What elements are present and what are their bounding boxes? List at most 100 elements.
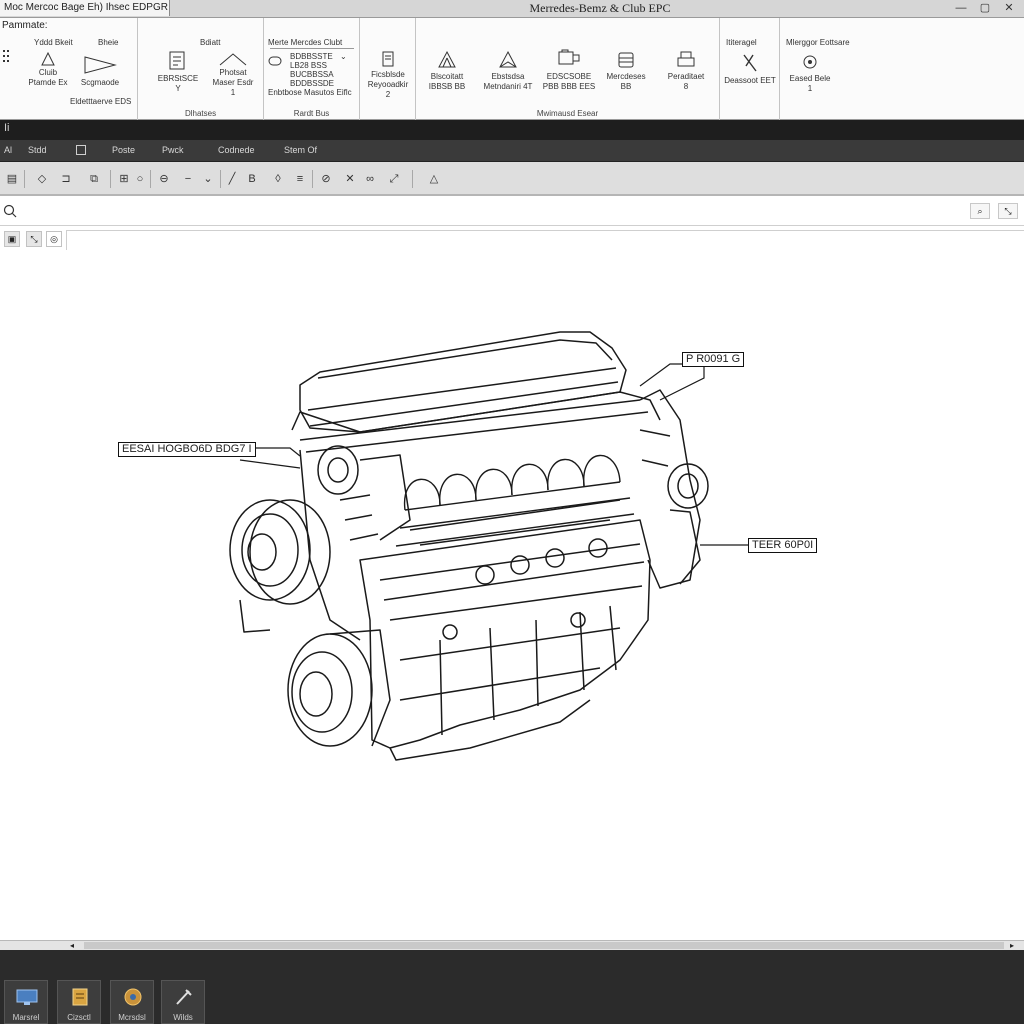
ribbon-button-eased[interactable]: Eased Bele 1 — [782, 52, 838, 94]
ribbon-group-dlhatses: Bdiatt EBRStSCE Y Photsat Maser Esdr 1 D… — [138, 18, 264, 120]
scroll-right-icon[interactable]: ▸ — [1010, 941, 1014, 950]
zoom-box-icon[interactable]: ⊞ — [116, 171, 132, 187]
menu-item[interactable]: Stem Of — [284, 145, 317, 155]
ribbon-button-peraditaet[interactable]: Peraditaet 8 — [660, 50, 712, 92]
ribbon-button-label: Yddd Bkeit — [34, 38, 73, 47]
chevron-down-icon[interactable]: ⌄ — [340, 52, 347, 61]
list-item[interactable]: BUCBBSSA — [290, 70, 334, 79]
taskbar-app-button[interactable]: Cizsctl — [57, 980, 101, 1024]
ribbon-button-edscsobe[interactable]: EDSCSOBE PBB BBB EES — [538, 48, 600, 92]
drawing-canvas[interactable]: ▣ ⤡ ◎ P R0091 G EESAI HOGBO6D BDG7 I TEE… — [0, 228, 1024, 940]
part-callout[interactable]: P R0091 G — [682, 352, 745, 367]
ribbon-button-bdiatt[interactable]: Bdiatt — [200, 38, 220, 48]
triangle-icon — [438, 50, 456, 68]
search-input[interactable] — [22, 202, 952, 222]
taskbar-app-button[interactable]: Mcrsdsl — [110, 980, 154, 1024]
align-icon[interactable]: ≡ — [292, 171, 308, 187]
diamond-icon[interactable]: ◇ — [34, 171, 50, 187]
engine-diagram[interactable] — [0, 228, 1024, 940]
ribbon-group-label: Rardt Bus — [293, 109, 330, 118]
frame-icon[interactable]: ▤ — [4, 171, 20, 187]
minus-icon[interactable]: − — [180, 171, 196, 187]
scrollbar-thumb[interactable] — [84, 942, 1004, 949]
title-bar: Moc Mercoc Bage Eh) Ihsec EDPGR Merredes… — [0, 0, 1024, 18]
horizontal-scrollbar[interactable]: ◂ ▸ — [0, 940, 1024, 950]
menu-item[interactable]: Codnede — [218, 145, 255, 155]
list-item[interactable]: BDBBSSTE — [290, 52, 333, 61]
taskbar-app-button[interactable]: Marsrel — [4, 980, 48, 1024]
document-tab[interactable]: Moc Mercoc Bage Eh) Ihsec EDPGR — [0, 0, 170, 16]
scroll-left-icon[interactable]: ◂ — [70, 941, 74, 950]
ribbon-button-blscoitatt[interactable]: Blscoitatt IBBSB BB — [420, 50, 474, 92]
ribbon-button-scgmaode[interactable]: Scgmaode — [78, 54, 122, 88]
menu-item[interactable]: Pwck — [162, 145, 184, 155]
capsule-icon[interactable] — [268, 56, 282, 68]
ribbon-button-label: Bheie — [98, 38, 119, 47]
close-button[interactable]: ✕ — [996, 1, 1022, 16]
part-callout[interactable]: TEER 60P0I — [748, 538, 818, 553]
gear-icon — [803, 55, 817, 69]
ribbon-button-yddd[interactable]: Yddd Bkeit — [34, 38, 73, 48]
roof-icon — [219, 53, 247, 66]
strip-marker: Ii — [4, 122, 10, 134]
globe-icon — [124, 988, 142, 1006]
compass-icon[interactable]: ⊘ — [318, 171, 334, 187]
ribbon-button-ebstsdsa[interactable]: Ebstsdsa Metndaniri 4T — [478, 50, 538, 92]
ribbon-button-ebrst[interactable]: EBRStSCE Y — [156, 50, 200, 94]
part-callout[interactable]: EESAI HOGBO6D BDG7 I — [118, 442, 256, 457]
menu-item[interactable]: Stdd — [28, 145, 47, 155]
menu-item[interactable]: Poste — [112, 145, 135, 155]
layers-icon[interactable]: ⧉ — [86, 171, 102, 187]
bracket-icon[interactable]: ⊐ — [58, 171, 74, 187]
menu-item[interactable]: Al — [4, 145, 12, 155]
ribbon-button-photsat[interactable]: Photsat Maser Esdr 1 — [208, 52, 258, 98]
pen-icon[interactable]: ╱ — [224, 171, 240, 187]
engine-block-icon — [558, 49, 580, 65]
ribbon-group-ficsblsde: Ficsblsde Reyooadkir 2 — [360, 18, 416, 120]
ribbon-button-bheie[interactable]: Bheie — [98, 38, 118, 48]
fit-view-icon[interactable]: ⤡ — [998, 203, 1018, 219]
shape-icon — [84, 56, 117, 74]
list-item[interactable]: LB28 BSS — [290, 61, 327, 70]
ribbon-button-deassoot[interactable]: Deassoot EET — [722, 52, 778, 86]
ribbon-button-label: Photsat Maser Esdr 1 — [212, 68, 254, 97]
maximize-button[interactable]: ▢ — [972, 1, 998, 16]
bold-icon[interactable]: B — [244, 171, 260, 187]
epc-app-window: Moc Mercoc Bage Eh) Ihsec EDPGR Merredes… — [0, 0, 1024, 1024]
ribbon-button-label: Eased Bele 1 — [789, 74, 831, 93]
ribbon-group-rardt: Merte Mercdes Clubt BDBBSSTE LB28 BSS BU… — [264, 18, 360, 120]
ribbon-group-title: Mlerggor Eottsare — [786, 38, 850, 47]
ribbon-button-mercdeses[interactable]: Mercdeses BB — [602, 50, 650, 92]
ribbon-group-label: Dlhatses — [184, 109, 217, 118]
tools-icon[interactable]: ✕ — [342, 171, 358, 187]
ribbon-button-cluib[interactable]: Cluib Ptamde Ex — [28, 52, 68, 88]
grid-icon[interactable] — [2, 48, 16, 72]
ribbon-group-title: Merte Mercdes Clubt — [268, 38, 343, 47]
warning-icon[interactable]: △ — [426, 171, 442, 187]
square-icon[interactable] — [76, 145, 86, 155]
document-strip: Ii — [0, 120, 1024, 140]
taskbar-label: Cizsctl — [67, 1013, 91, 1022]
ribbon-button-ficsblsde[interactable]: Ficsblsde Reyooadkir 2 — [366, 50, 410, 100]
expand-icon[interactable]: ⤢ — [386, 171, 402, 187]
ribbon-button-label: Peraditaet 8 — [667, 72, 705, 91]
ribbon-group-mwimausd: Blscoitatt IBBSB BB Ebstsdsa Metndaniri … — [416, 18, 720, 120]
ribbon-button-eldett[interactable]: Eldetttaerve EDS — [70, 97, 131, 106]
list-item[interactable]: BDDBSSDE — [290, 79, 334, 88]
circle-icon[interactable]: ○ — [132, 171, 148, 187]
link-icon[interactable]: ∞ — [362, 171, 378, 187]
taskbar-app-button[interactable]: Wilds — [161, 980, 205, 1024]
minimize-button[interactable]: — — [948, 1, 974, 16]
ribbon-button-label: Bdiatt — [200, 38, 221, 47]
ribbon-group-mlerggor: Mlerggor Eottsare Eased Bele 1 — [780, 18, 1024, 120]
ribbon-button-label: Ficsblsde Reyooadkir 2 — [367, 70, 409, 99]
chevron-down-icon[interactable]: ⌄ — [200, 171, 216, 187]
tag-icon[interactable]: ◊ — [270, 171, 286, 187]
ribbon-group-ititeragel: Ititeragel Deassoot EET — [720, 18, 780, 120]
page-icon — [382, 51, 394, 67]
search-icon — [3, 204, 17, 218]
ellipse-icon[interactable]: ⊖ — [156, 171, 172, 187]
taskbar-label: Mcrsdsl — [118, 1013, 146, 1022]
ribbon-button-label: Ebstsdsa Metndaniri 4T — [483, 72, 533, 91]
zoom-icon[interactable]: ⌕ — [970, 203, 990, 219]
